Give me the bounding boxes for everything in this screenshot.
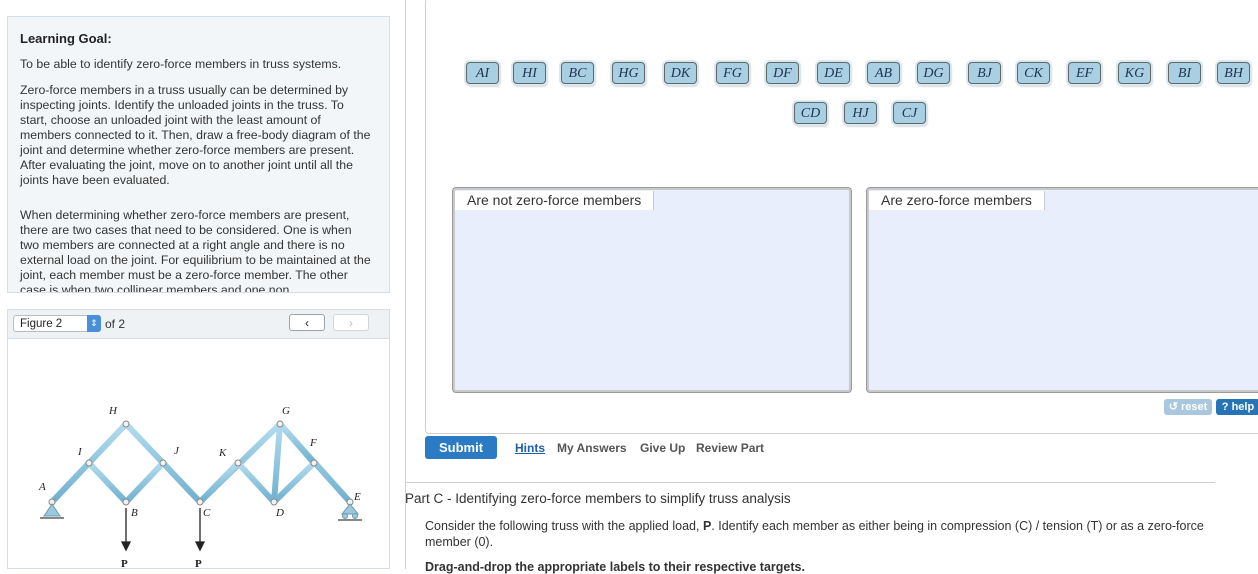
my-answers-link[interactable]: My Answers [557,441,627,455]
part-c-desc-text: Consider the following truss with the ap… [425,519,703,533]
joint-label-h: H [108,405,118,417]
label-tile-dk[interactable]: DK [664,62,697,84]
joint-label-g: G [282,405,290,417]
label-tile-bc[interactable]: BC [561,62,594,84]
column-divider [405,0,406,569]
submit-button[interactable]: Submit [425,436,497,459]
label-tile-cd[interactable]: CD [794,102,827,124]
joint-label-k: K [218,447,227,459]
part-c-instruction: Drag-and-drop the appropriate labels to … [425,560,805,574]
learning-goal-text: To be able to identify zero-force member… [20,57,342,71]
label-tile-hg[interactable]: HG [612,62,645,84]
joint-label-e: E [353,491,361,503]
label-tile-ef[interactable]: EF [1068,62,1101,84]
joint-label-c: C [203,507,211,519]
label-tile-ai[interactable]: AI [466,62,499,84]
target-label: Are zero-force members [869,191,1045,210]
truss-members [49,421,353,505]
review-part-link[interactable]: Review Part [696,441,764,455]
reset-icon: ↺ [1168,401,1178,413]
figure-panel: Figure 2 ⇕ of 2 ‹ › A B C D E F G H I J … [7,309,390,569]
label-tile-ck[interactable]: CK [1017,62,1050,84]
label-tile-df[interactable]: DF [766,62,799,84]
figure-select-value: Figure 2 [20,318,63,330]
learning-goal-text: When determining whether zero-force memb… [20,208,371,293]
pin-support-icon [43,503,61,517]
hints-link[interactable]: Hints [515,441,545,455]
label-tile-hj[interactable]: HJ [844,102,877,124]
learning-goal-text: Zero-force members in a truss usually ca… [20,83,371,187]
previous-figure-button[interactable]: ‹ [289,314,325,331]
label-tile-bh[interactable]: BH [1217,62,1250,84]
reset-label: reset [1180,401,1208,413]
section-divider [405,482,1215,483]
label-tile-hi[interactable]: HI [513,62,546,84]
joint-label-f: F [309,437,317,449]
truss-pins [48,420,354,506]
help-button[interactable]: ? help [1216,399,1258,415]
next-figure-button[interactable]: › [333,314,369,331]
target-not-zero-force[interactable]: Are not zero-force members [452,187,852,393]
label-tile-cj[interactable]: CJ [893,102,926,124]
joint-label-i: I [77,446,83,458]
reset-button[interactable]: ↺ reset [1164,399,1212,415]
part-c-description: Consider the following truss with the ap… [425,518,1215,550]
target-label: Are not zero-force members [455,191,655,210]
part-c-title: Part C - Identifying zero-force members … [405,491,791,506]
label-tile-dg[interactable]: DG [917,62,950,84]
updown-arrows-icon: ⇕ [87,315,101,332]
truss-figure: A B C D E F G H I J K P P [38,405,362,569]
joint-label-d: D [275,507,284,519]
label-tile-bi[interactable]: BI [1168,62,1201,84]
give-up-link[interactable]: Give Up [640,441,685,455]
roller-wheel-icon [342,513,348,519]
label-tile-de[interactable]: DE [817,62,850,84]
figure-toolbar: Figure 2 ⇕ of 2 ‹ › [8,310,389,339]
roller-support-icon [340,503,360,515]
label-tile-ab[interactable]: AB [867,62,900,84]
figure-select[interactable]: Figure 2 ⇕ [13,315,101,332]
label-tile-bj[interactable]: BJ [968,62,1001,84]
label-tile-kg[interactable]: KG [1118,62,1151,84]
joint-label-b: B [131,507,138,519]
target-zero-force[interactable]: Are zero-force members [866,187,1258,393]
learning-goal-panel: Learning Goal: To be able to identify ze… [7,16,390,293]
joint-label-j: J [174,445,180,457]
learning-goal-title: Learning Goal: [20,31,112,46]
figure-count: of 2 [105,317,126,331]
load-label-p: P [121,558,128,569]
load-label-p: P [195,558,202,569]
label-tile-fg[interactable]: FG [716,62,749,84]
joint-label-a: A [38,481,46,493]
roller-wheel-icon [352,513,358,519]
